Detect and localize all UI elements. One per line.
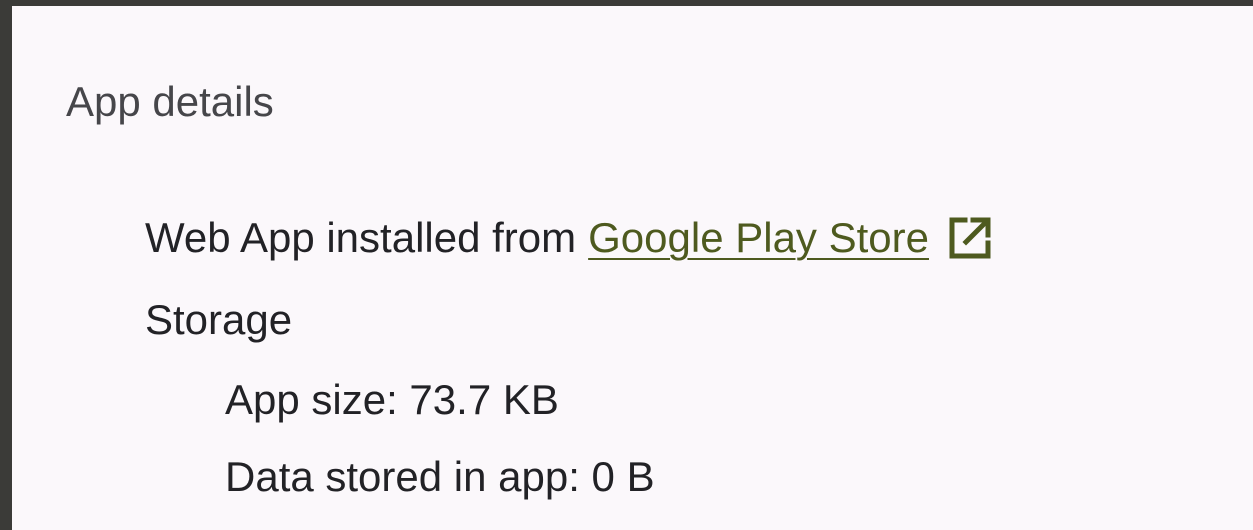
app-details-panel: App details Web App installed from Googl… (12, 6, 1253, 530)
open-in-new-icon[interactable] (947, 215, 993, 261)
install-source-row: Web App installed from Google Play Store (145, 214, 993, 262)
storage-heading: Storage (145, 296, 293, 343)
google-play-store-link[interactable]: Google Play Store (588, 214, 929, 262)
section-title: App details (66, 78, 274, 125)
install-source-text: Web App installed from (145, 214, 577, 261)
data-stored-value: Data stored in app: 0 B (225, 453, 655, 500)
app-size-value: App size: 73.7 KB (225, 376, 559, 423)
